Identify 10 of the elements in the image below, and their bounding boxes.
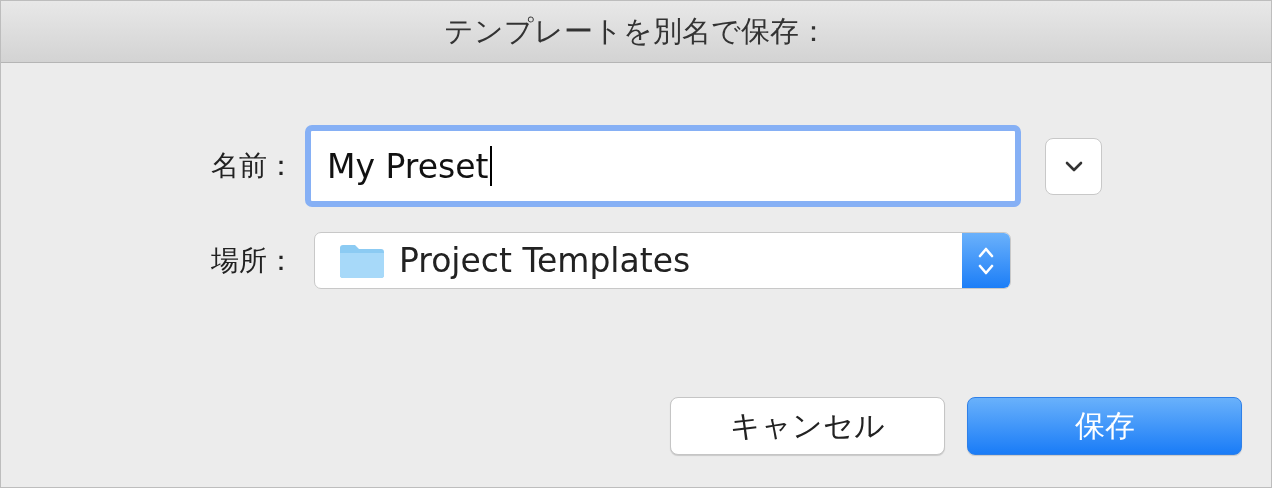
text-cursor <box>490 146 493 186</box>
cancel-button[interactable]: キャンセル <box>670 397 945 455</box>
folder-icon <box>339 243 385 278</box>
field-label: 場所： <box>211 242 296 279</box>
field-label: 名前： <box>211 148 296 184</box>
chevron-down-icon <box>1064 160 1083 172</box>
expand-button[interactable] <box>1045 137 1102 195</box>
location-popup[interactable]: Project Templates <box>314 232 1011 289</box>
window-title: テンプレートを別名で保存： <box>444 12 828 50</box>
name-field[interactable]: My Preset <box>305 125 1021 207</box>
